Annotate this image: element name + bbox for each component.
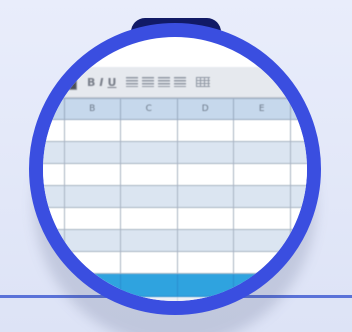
align-center-icon[interactable] xyxy=(142,77,155,87)
cell[interactable] xyxy=(289,185,307,208)
cell[interactable] xyxy=(289,229,307,252)
cell[interactable] xyxy=(63,185,121,208)
cell[interactable] xyxy=(233,141,291,164)
table-row xyxy=(43,119,307,142)
cell[interactable] xyxy=(120,273,178,297)
column-header-c[interactable]: C xyxy=(120,98,178,120)
cell[interactable] xyxy=(233,251,291,274)
cell[interactable] xyxy=(233,119,291,142)
cell[interactable] xyxy=(43,119,65,142)
cell[interactable] xyxy=(120,251,178,274)
cell[interactable] xyxy=(43,273,65,297)
cell[interactable] xyxy=(176,119,234,142)
cell[interactable] xyxy=(233,273,291,297)
cell[interactable] xyxy=(233,185,291,208)
table-row xyxy=(43,141,307,164)
align-justify-icon[interactable] xyxy=(174,77,187,87)
cell[interactable] xyxy=(43,141,65,164)
cell[interactable] xyxy=(176,207,234,230)
cell[interactable] xyxy=(289,119,307,142)
cell[interactable] xyxy=(289,296,307,301)
cell[interactable] xyxy=(120,119,178,142)
table-row xyxy=(43,185,307,208)
cell[interactable] xyxy=(43,296,65,301)
spreadsheet-grid: B C D E xyxy=(43,98,307,301)
cell[interactable] xyxy=(176,251,234,274)
cell[interactable] xyxy=(120,229,178,252)
italic-button[interactable]: I xyxy=(99,76,103,89)
cell[interactable] xyxy=(120,207,178,230)
magnifier-lens-icon: B I U B C D E xyxy=(29,23,321,315)
text-style-group: B I U xyxy=(87,76,116,89)
illustration-stage: B I U B C D E xyxy=(0,0,352,332)
cell[interactable] xyxy=(289,163,307,186)
cell[interactable] xyxy=(120,163,178,186)
cell[interactable] xyxy=(63,163,121,186)
cell[interactable] xyxy=(120,141,178,164)
font-size-combo[interactable] xyxy=(43,74,77,90)
table-row xyxy=(43,163,307,186)
alignment-group xyxy=(126,77,187,87)
cell[interactable] xyxy=(120,185,178,208)
table-grid-icon[interactable] xyxy=(196,77,211,87)
column-header[interactable] xyxy=(289,98,307,120)
cell[interactable] xyxy=(43,251,65,274)
cell[interactable] xyxy=(63,207,121,230)
column-header-d[interactable]: D xyxy=(176,98,234,120)
column-header[interactable] xyxy=(43,98,65,120)
footer-row xyxy=(43,296,307,301)
cell[interactable] xyxy=(43,229,65,252)
cell[interactable] xyxy=(176,141,234,164)
cell[interactable] xyxy=(176,229,234,252)
table-row xyxy=(43,229,307,252)
cell[interactable] xyxy=(43,185,65,208)
cell[interactable] xyxy=(63,119,121,142)
cell[interactable] xyxy=(176,163,234,186)
cell[interactable] xyxy=(289,251,307,274)
cell[interactable] xyxy=(63,273,121,297)
cell[interactable] xyxy=(43,163,65,186)
table-row xyxy=(43,207,307,230)
cell[interactable] xyxy=(233,163,291,186)
cell[interactable] xyxy=(233,207,291,230)
underline-button[interactable]: U xyxy=(107,76,116,89)
cell[interactable] xyxy=(289,207,307,230)
cell[interactable] xyxy=(289,141,307,164)
format-toolbar: B I U xyxy=(43,67,307,98)
column-header-row: B C D E xyxy=(43,98,307,120)
zoomed-spreadsheet: B I U B C D E xyxy=(43,67,307,301)
table-row xyxy=(43,251,307,274)
bold-button[interactable]: B xyxy=(87,76,95,89)
column-header-e[interactable]: E xyxy=(233,98,291,120)
cell[interactable] xyxy=(176,185,234,208)
column-header-b[interactable]: B xyxy=(63,98,121,120)
cell[interactable] xyxy=(63,251,121,274)
cell[interactable] xyxy=(63,141,121,164)
align-right-icon[interactable] xyxy=(158,77,171,87)
align-left-icon[interactable] xyxy=(126,77,139,87)
cell[interactable] xyxy=(176,273,234,297)
cell[interactable] xyxy=(63,229,121,252)
cell[interactable] xyxy=(289,273,307,297)
selected-row xyxy=(43,273,307,297)
cell[interactable] xyxy=(233,229,291,252)
